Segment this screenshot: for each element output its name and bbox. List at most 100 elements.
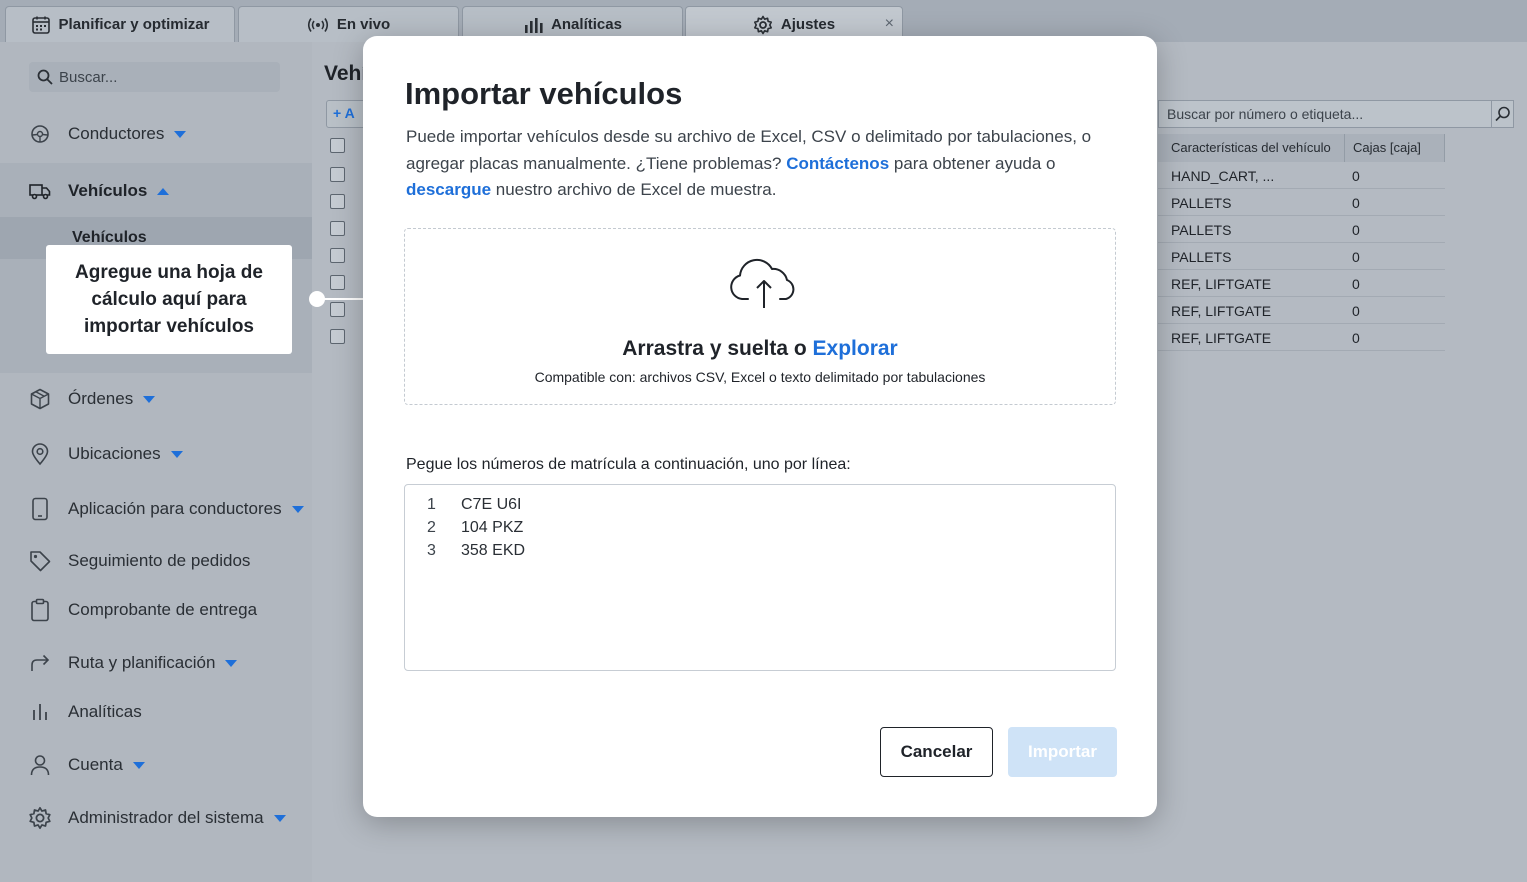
table-cell: 0 [1352,276,1360,292]
plate-line: 1 C7E U6I [405,493,1115,516]
table-search-placeholder: Buscar por número o etiqueta... [1167,106,1364,122]
plus-icon: + [333,105,342,121]
table-cell: 0 [1352,249,1360,265]
sidebar-item-label: Vehículos [68,181,170,201]
column-header[interactable]: Cajas [caja] [1345,134,1445,162]
search-icon [37,69,53,85]
file-drop-zone[interactable]: Arrastra y suelta o Explorar Compatible … [404,228,1116,405]
table-cell: PALLETS [1171,249,1232,265]
plate-value: 104 PKZ [461,518,524,536]
chevron-down-icon [174,131,187,139]
sidebar-item-label: Seguimiento de pedidos [68,551,251,570]
row-checkbox[interactable] [330,302,345,317]
sidebar-item-vehiculos[interactable]: Vehículos [0,168,312,214]
contact-link[interactable]: Contáctenos [786,154,889,173]
drop-title-text: Arrastra y suelta o [622,337,813,360]
row-checkbox[interactable] [330,329,345,344]
sidebar-item-analiticas[interactable]: Analíticas [0,689,312,735]
sidebar-item-label: Ruta y planificación [68,653,238,673]
table-cell: PALLETS [1171,222,1232,238]
sidebar-search-input[interactable]: Buscar... [29,62,280,92]
sidebar-item-ordenes[interactable]: Órdenes [0,376,312,422]
row-checkbox[interactable] [330,248,345,263]
sidebar-item-comprobante[interactable]: Comprobante de entrega [0,587,312,633]
browse-link[interactable]: Explorar [813,337,898,360]
sidebar-item-app-conductores[interactable]: Aplicación para conductores [0,486,312,532]
tag-icon [28,549,52,573]
plate-value: C7E U6I [461,495,522,513]
table-cell: REF, LIFTGATE [1171,276,1272,292]
row-checkbox[interactable] [330,167,345,182]
sidebar-item-seguimiento[interactable]: Seguimiento de pedidos [0,538,312,584]
table-search-input[interactable]: Buscar por número o etiqueta... [1158,100,1514,128]
plate-line: 3 358 EKD [405,539,1115,562]
table-cell: 0 [1352,330,1360,346]
row-checkbox[interactable] [330,275,345,290]
close-tab-icon[interactable]: × [885,15,894,33]
table-cell: 0 [1352,195,1360,211]
sidebar: Buscar... Conductores Vehículos Vehículo… [0,42,312,882]
line-number: 2 [427,518,436,536]
tooltip-anchor-dot [309,291,325,307]
search-icon[interactable] [1491,101,1513,127]
page-title: Vehí [324,62,368,85]
plate-value: 358 EKD [461,541,526,559]
sidebar-item-label: Aplicación para conductores [68,499,304,519]
tab-planificar[interactable]: Planificar y optimizar [5,6,235,42]
table-cell: REF, LIFTGATE [1171,330,1272,346]
row-checkbox[interactable] [330,194,345,209]
table-row[interactable]: PALLETS 0 [1158,216,1445,243]
table-row[interactable]: PALLETS 0 [1158,243,1445,270]
gear-icon [753,15,773,35]
table-cell: REF, LIFTGATE [1171,303,1272,319]
line-number: 1 [427,495,436,513]
driver-icon [28,122,52,146]
download-sample-link[interactable]: descargue [406,180,491,199]
bar-chart-icon [523,16,543,34]
table-row[interactable]: REF, LIFTGATE 0 [1158,270,1445,297]
desc-text: nuestro archivo de Excel de muestra. [491,180,777,199]
paste-plates-label: Pegue los números de matrícula a continu… [406,456,851,473]
sidebar-item-label: Conductores [68,124,187,144]
plates-textarea[interactable]: 1 C7E U6I 2 104 PKZ 3 358 EKD [404,484,1116,671]
table-cell: 0 [1352,303,1360,319]
tab-label: Ajustes [780,16,836,33]
sidebar-item-conductores[interactable]: Conductores [0,111,312,157]
drop-zone-subtitle: Compatible con: archivos CSV, Excel o te… [534,369,986,385]
table-row[interactable]: PALLETS 0 [1158,189,1445,216]
table-row[interactable]: REF, LIFTGATE 0 [1158,324,1445,351]
sidebar-item-label: Órdenes [68,389,156,409]
add-vehicle-button[interactable]: + A [326,100,366,128]
select-all-checkbox[interactable] [330,138,345,153]
chevron-down-icon [170,451,183,459]
import-vehicles-modal: Importar vehículos Puede importar vehícu… [363,36,1157,817]
column-header[interactable]: Características del vehículo [1158,134,1345,162]
tab-label: Analíticas [551,16,622,33]
sidebar-item-label: Analíticas [68,702,142,721]
table-row[interactable]: REF, LIFTGATE 0 [1158,297,1445,324]
sidebar-item-admin[interactable]: Administrador del sistema [0,795,312,841]
phone-icon [28,497,52,521]
row-checkbox[interactable] [330,221,345,236]
sidebar-item-cuenta[interactable]: Cuenta [0,742,312,788]
user-icon [28,753,52,777]
table-cell: HAND_CART, ... [1171,168,1275,184]
modal-description: Puede importar vehículos desde su archiv… [406,124,1126,204]
desc-text: para obtener ayuda o [889,153,1056,173]
drop-zone-title: Arrastra y suelta o Explorar [405,337,1115,361]
plate-line: 2 104 PKZ [405,516,1115,539]
table-row[interactable]: HAND_CART, ... 0 [1158,162,1445,189]
table-cell: 0 [1352,168,1360,184]
clipboard-icon [28,598,52,622]
calendar-icon [31,15,51,35]
sidebar-item-ubicaciones[interactable]: Ubicaciones [0,431,312,477]
sidebar-item-label: Administrador del sistema [68,808,286,828]
chevron-up-icon [157,188,170,196]
import-button[interactable]: Importar [1008,727,1117,777]
cancel-button[interactable]: Cancelar [880,727,993,777]
sidebar-item-label: Cuenta [68,755,145,775]
sidebar-item-ruta[interactable]: Ruta y planificación [0,640,312,686]
broadcast-icon [307,17,329,33]
table-cell: PALLETS [1171,195,1232,211]
gear-icon [28,806,52,830]
